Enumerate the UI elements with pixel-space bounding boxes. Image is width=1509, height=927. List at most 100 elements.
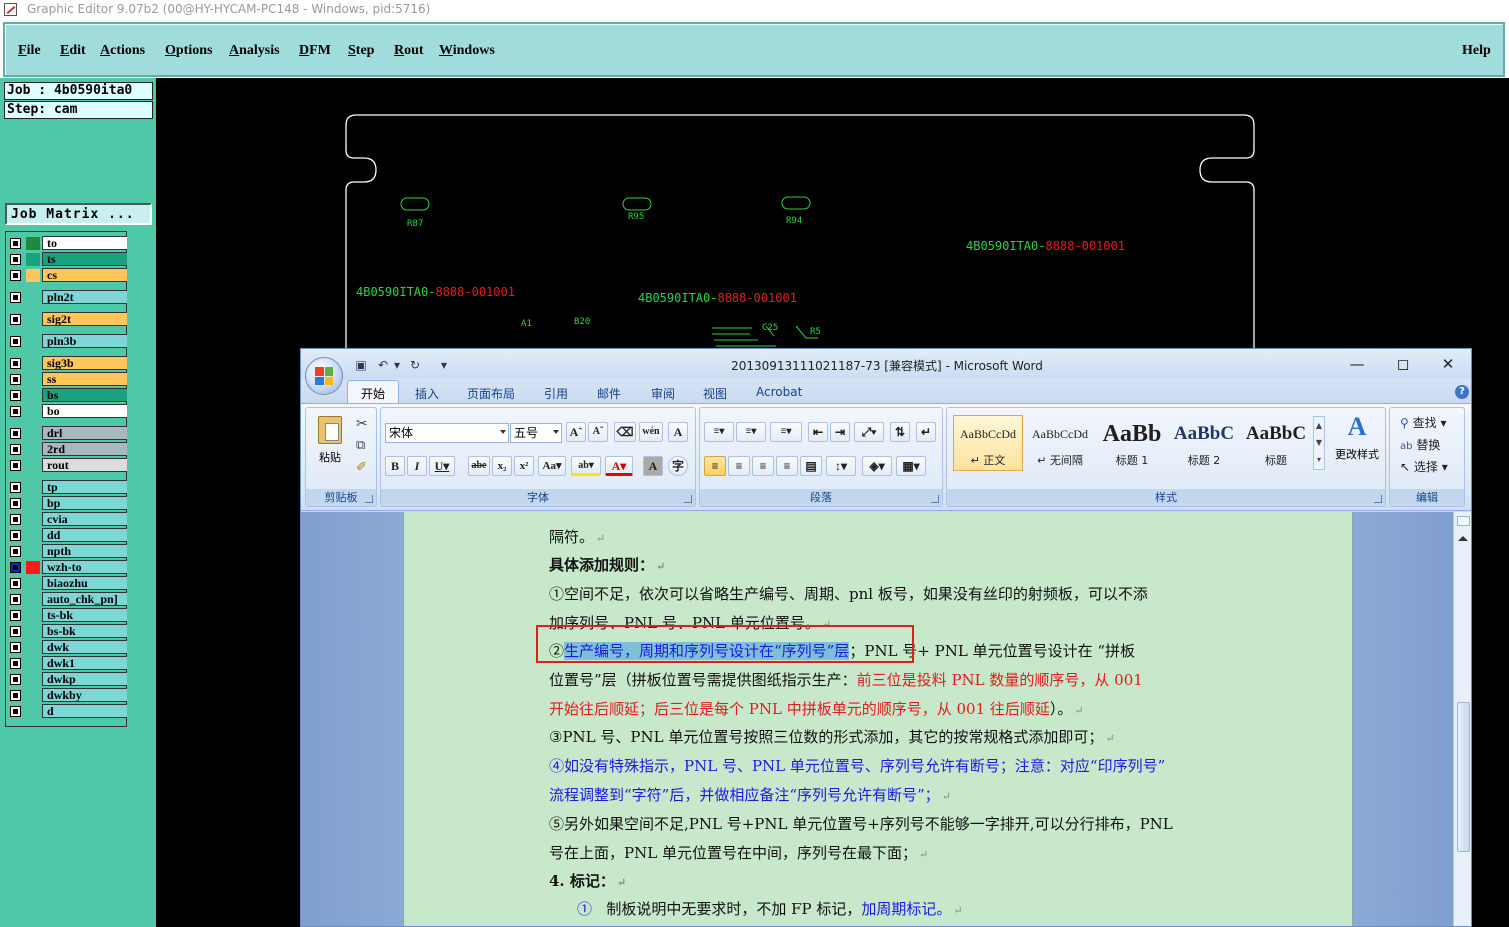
- layer-checkbox[interactable]: [10, 428, 21, 439]
- menu-step[interactable]: Step: [348, 43, 374, 59]
- layer-row-2rd[interactable]: 2rd: [6, 442, 128, 456]
- menu-rout[interactable]: Rout: [394, 43, 424, 59]
- bold-icon[interactable]: B: [385, 456, 405, 476]
- layer-color-swatch[interactable]: [26, 335, 40, 348]
- layer-name[interactable]: dwkby: [42, 688, 128, 702]
- layer-checkbox[interactable]: [10, 706, 21, 717]
- office-button[interactable]: [305, 357, 343, 395]
- layer-name[interactable]: wzh-to: [42, 560, 128, 574]
- layer-row-ss[interactable]: ss: [6, 372, 128, 386]
- layer-name[interactable]: bs: [42, 388, 128, 402]
- menu-dfm[interactable]: DFM: [299, 43, 331, 59]
- layer-name[interactable]: bp: [42, 496, 128, 510]
- layer-row-biaozhu[interactable]: biaozhu: [6, 576, 128, 590]
- layer-color-swatch[interactable]: [26, 609, 40, 622]
- layer-name[interactable]: ts-bk: [42, 608, 128, 622]
- layer-checkbox[interactable]: [10, 254, 21, 265]
- layer-row-rout[interactable]: rout: [6, 458, 128, 472]
- layer-row-npth[interactable]: npth: [6, 544, 128, 558]
- layer-color-swatch[interactable]: [26, 577, 40, 590]
- change-styles-button[interactable]: A 更改样式: [1331, 412, 1383, 476]
- document-page[interactable]: 隔符。 ↵ 具体添加规则： ↵ ①空间不足，依次可以省略生产编号、周期、pnl 板号…: [403, 512, 1353, 926]
- layer-color-swatch[interactable]: [26, 497, 40, 510]
- layer-checkbox[interactable]: [10, 238, 21, 249]
- tab-view[interactable]: 视图: [703, 385, 727, 402]
- layer-checkbox[interactable]: [10, 530, 21, 541]
- clipboard-launcher-icon[interactable]: [365, 495, 373, 503]
- layer-color-swatch[interactable]: [26, 593, 40, 606]
- layer-row-cs[interactable]: cs: [6, 268, 128, 282]
- menu-edit[interactable]: Edit: [60, 43, 86, 59]
- layer-name[interactable]: rout: [42, 458, 128, 472]
- layer-checkbox[interactable]: [10, 690, 21, 701]
- minimize-icon[interactable]: —: [1343, 353, 1371, 375]
- layer-name[interactable]: cvia: [42, 512, 128, 526]
- font-size-combo[interactable]: 五号: [510, 423, 562, 443]
- menu-file[interactable]: File: [18, 43, 41, 59]
- layer-row-to[interactable]: to: [6, 236, 128, 250]
- layer-checkbox[interactable]: [10, 642, 21, 653]
- format-painter-icon[interactable]: ✐: [356, 460, 367, 475]
- tab-home[interactable]: 开始: [347, 380, 400, 403]
- tab-acrobat[interactable]: Acrobat: [756, 385, 802, 399]
- paste-button[interactable]: 粘贴: [312, 412, 348, 468]
- layer-row-bp[interactable]: bp: [6, 496, 128, 510]
- layer-color-swatch[interactable]: [26, 443, 40, 456]
- layer-checkbox[interactable]: [10, 658, 21, 669]
- paragraph-launcher-icon[interactable]: [931, 495, 939, 503]
- replace-button[interactable]: ab 替换: [1400, 436, 1440, 453]
- layer-checkbox[interactable]: [10, 514, 21, 525]
- layer-checkbox[interactable]: [10, 292, 21, 303]
- layer-color-swatch[interactable]: [26, 269, 40, 282]
- job-matrix-button[interactable]: Job Matrix ...: [5, 203, 152, 225]
- char-border-icon[interactable]: A: [668, 422, 688, 442]
- layer-color-swatch[interactable]: [26, 705, 40, 718]
- layer-name[interactable]: bo: [42, 404, 128, 418]
- multilevel-list-icon[interactable]: ≡▾: [770, 422, 802, 442]
- layer-color-swatch[interactable]: [26, 689, 40, 702]
- layer-color-swatch[interactable]: [26, 253, 40, 266]
- layer-checkbox[interactable]: [10, 562, 21, 573]
- layer-row-auto_chk_pn][interactable]: auto_chk_pn]: [6, 592, 128, 606]
- layer-color-swatch[interactable]: [26, 657, 40, 670]
- layer-row-bs[interactable]: bs: [6, 388, 128, 402]
- clear-format-icon[interactable]: ⌫: [614, 422, 636, 442]
- cut-icon[interactable]: ✂: [356, 416, 368, 432]
- layer-row-bo[interactable]: bo: [6, 404, 128, 418]
- document-scrollbar[interactable]: [1453, 512, 1471, 926]
- layer-row-tp[interactable]: tp: [6, 480, 128, 494]
- align-right-icon[interactable]: ≡: [752, 456, 774, 476]
- subscript-icon[interactable]: x₂: [492, 456, 512, 476]
- layer-row-d[interactable]: d: [6, 704, 128, 718]
- layer-name[interactable]: sig3b: [42, 356, 128, 370]
- styles-launcher-icon[interactable]: [1374, 495, 1382, 503]
- layer-name[interactable]: bs-bk: [42, 624, 128, 638]
- layer-row-pln3b[interactable]: pln3b: [6, 334, 128, 348]
- layer-row-drl[interactable]: drl: [6, 426, 128, 440]
- menu-actions[interactable]: Actions: [100, 43, 145, 59]
- layer-name[interactable]: dd: [42, 528, 128, 542]
- tab-insert[interactable]: 插入: [415, 385, 439, 402]
- superscript-icon[interactable]: x²: [514, 456, 534, 476]
- layer-color-swatch[interactable]: [26, 389, 40, 402]
- change-case-icon[interactable]: Aa▾: [538, 456, 566, 476]
- scroll-thumb[interactable]: [1457, 702, 1470, 852]
- style-tile-0[interactable]: AaBbCcDd ↵ 正文: [953, 415, 1023, 471]
- layer-row-dwkp[interactable]: dwkp: [6, 672, 128, 686]
- underline-icon[interactable]: U▾: [429, 456, 455, 476]
- italic-icon[interactable]: I: [407, 456, 427, 476]
- layer-checkbox[interactable]: [10, 444, 21, 455]
- layer-name[interactable]: to: [42, 236, 128, 250]
- show-marks-icon[interactable]: ↵: [916, 422, 936, 442]
- layer-name[interactable]: dwk1: [42, 656, 128, 670]
- layer-color-swatch[interactable]: [26, 561, 40, 574]
- layer-color-swatch[interactable]: [26, 405, 40, 418]
- layer-row-dwk1[interactable]: dwk1: [6, 656, 128, 670]
- layer-color-swatch[interactable]: [26, 545, 40, 558]
- phonetic-guide-icon[interactable]: wén: [639, 422, 663, 442]
- highlight-icon[interactable]: ab▾: [571, 456, 601, 476]
- layer-checkbox[interactable]: [10, 336, 21, 347]
- layer-name[interactable]: dwk: [42, 640, 128, 654]
- justify-icon[interactable]: ≡: [776, 456, 798, 476]
- layer-row-dwk[interactable]: dwk: [6, 640, 128, 654]
